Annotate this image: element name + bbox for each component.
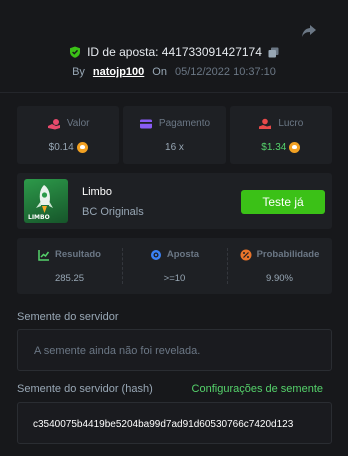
stat-valor-value: $0.14: [48, 141, 74, 153]
stat-pagamento-label: Pagamento: [158, 118, 211, 129]
bet-metrics: Resultado 285.25 Aposta >=10 Probabilida…: [17, 238, 332, 294]
divider: [0, 92, 348, 93]
game-provider: BC Originals: [82, 206, 144, 218]
metric-resultado: Resultado 285.25: [17, 238, 122, 294]
shib-coin-icon: [289, 141, 301, 153]
stat-pagamento-value: 16 x: [165, 141, 184, 153]
result-chart-icon: [38, 249, 50, 261]
bet-byline: By natojp100 On 05/12/2022 10:37:10: [0, 66, 348, 78]
seed-settings-link[interactable]: Configurações de semente: [192, 383, 323, 395]
bet-id-label: ID de aposta: 441733091427174: [87, 45, 262, 59]
server-seed-field[interactable]: A semente ainda não foi revelada.: [17, 329, 332, 371]
metric-probabilidade-label: Probabilidade: [256, 249, 320, 260]
on-label: On: [152, 66, 167, 78]
metric-aposta: Aposta >=10: [122, 238, 227, 294]
limbo-thumbnail[interactable]: LIMBO: [24, 179, 68, 223]
profit-icon: [259, 118, 272, 129]
stat-lucro: Lucro $1.34: [229, 106, 332, 164]
share-icon[interactable]: [300, 22, 318, 40]
stat-lucro-label: Lucro: [278, 118, 304, 129]
game-name[interactable]: Limbo: [82, 186, 112, 198]
coin-hand-icon: [47, 118, 60, 129]
server-seed-hash-title: Semente do servidor (hash): [17, 383, 153, 395]
by-label: By: [72, 66, 85, 78]
card-icon: [139, 119, 152, 128]
copy-icon[interactable]: [268, 47, 279, 58]
bet-stats: Valor $0.14 Pagamento 16 x Lucro $1.34: [17, 106, 332, 164]
percent-icon: [240, 249, 252, 260]
metric-aposta-value: >=10: [163, 272, 186, 284]
rocket-icon: LIMBO: [28, 185, 53, 221]
bet-id-row: ID de aposta: 441733091427174: [0, 45, 348, 59]
username-link[interactable]: natojp100: [93, 66, 144, 78]
metric-aposta-label: Aposta: [166, 249, 200, 260]
target-icon: [150, 249, 161, 260]
thumb-text: LIMBO: [28, 214, 50, 221]
stat-lucro-value: $1.34: [261, 141, 287, 153]
stat-pagamento: Pagamento 16 x: [123, 106, 226, 164]
stat-valor: Valor $0.14: [17, 106, 120, 164]
metric-resultado-label: Resultado: [55, 249, 101, 260]
server-seed-title: Semente do servidor: [17, 311, 119, 323]
game-card: LIMBO Limbo BC Originals Teste já: [17, 173, 332, 229]
verified-shield-icon: [70, 46, 81, 58]
server-seed-hash-field[interactable]: c3540075b4419be5204ba99d7ad91d60530766c7…: [17, 402, 332, 444]
metric-probabilidade-value: 9.90%: [266, 272, 293, 284]
metric-probabilidade: Probabilidade 9.90%: [227, 238, 332, 294]
bet-datetime: 05/12/2022 10:37:10: [174, 66, 276, 78]
metric-resultado-value: 285.25: [54, 272, 85, 284]
shib-coin-icon: [76, 141, 88, 153]
stat-valor-label: Valor: [66, 118, 90, 129]
try-now-button[interactable]: Teste já: [241, 190, 325, 214]
